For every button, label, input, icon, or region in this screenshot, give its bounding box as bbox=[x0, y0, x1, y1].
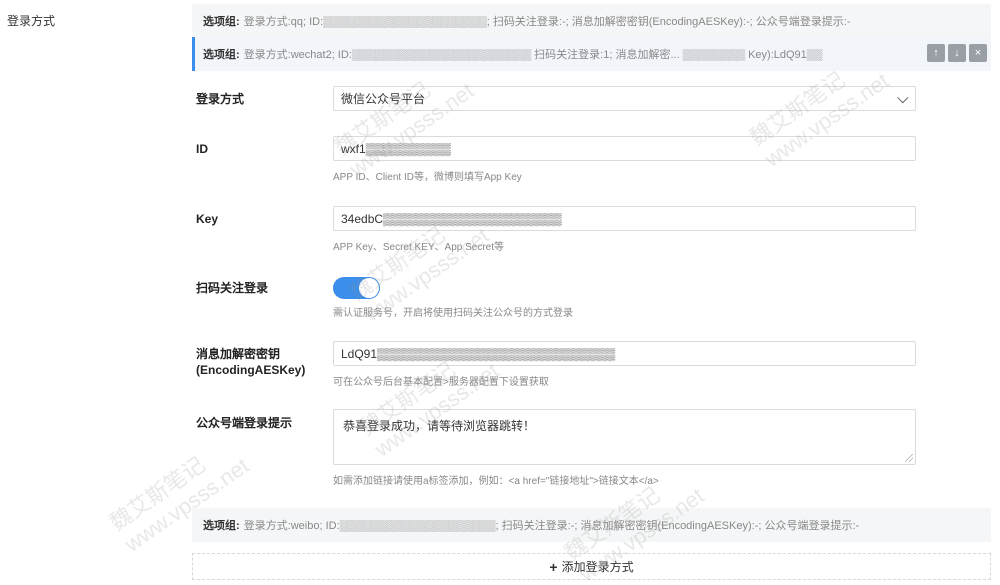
resize-grip-icon[interactable] bbox=[905, 454, 913, 462]
group-prefix: 选项组: bbox=[203, 49, 240, 61]
toggle-knob bbox=[359, 278, 379, 298]
chevron-down-icon bbox=[897, 92, 909, 104]
group-summary: 登录方式:qq; ID:▒▒▒▒▒▒▒▒▒▒▒▒▒▒▒▒▒▒▒▒▒; 扫码关注登… bbox=[243, 16, 851, 28]
group-summary: 登录方式:wechat2; ID:▒▒▒▒▒▒▒▒▒▒▒▒▒▒▒▒▒▒▒▒▒▒▒… bbox=[243, 49, 823, 61]
option-group-wechat2[interactable]: 选项组: 登录方式:wechat2; ID:▒▒▒▒▒▒▒▒▒▒▒▒▒▒▒▒▒▒… bbox=[192, 37, 991, 71]
scan-follow-label: 扫码关注登录 bbox=[196, 281, 269, 295]
group-summary: 登录方式:weibo; ID:▒▒▒▒▒▒▒▒▒▒▒▒▒▒▒▒▒▒▒▒; 扫码关… bbox=[243, 520, 860, 532]
aes-key-label-line1: 消息加解密密钥 bbox=[196, 347, 281, 361]
add-login-method-button[interactable]: + 添加登录方式 bbox=[192, 553, 991, 580]
key-help: APP Key、Secret KEY、App Secret等 bbox=[333, 242, 505, 253]
scan-follow-toggle[interactable] bbox=[333, 277, 380, 299]
remove-button[interactable]: × bbox=[969, 44, 987, 62]
key-input[interactable]: 34edbC▒▒▒▒▒▒▒▒▒▒▒▒▒▒▒▒▒▒▒▒▒ bbox=[333, 206, 916, 231]
login-method-select[interactable]: 微信公众号平台 bbox=[333, 86, 916, 111]
aes-key-input[interactable]: LdQ91▒▒▒▒▒▒▒▒▒▒▒▒▒▒▒▒▒▒▒▒▒▒▒▒▒▒▒▒ bbox=[333, 341, 916, 366]
plus-icon: + bbox=[549, 558, 558, 575]
aes-key-label-line2: (EncodingAESKey) bbox=[196, 363, 306, 377]
aes-key-label: 消息加解密密钥 (EncodingAESKey) bbox=[196, 346, 305, 378]
login-tip-textarea[interactable]: 恭喜登录成功，请等待浏览器跳转！ bbox=[333, 409, 916, 465]
option-group-weibo[interactable]: 选项组: 登录方式:weibo; ID:▒▒▒▒▒▒▒▒▒▒▒▒▒▒▒▒▒▒▒▒… bbox=[192, 508, 991, 542]
id-input[interactable]: wxf1▒▒▒▒▒▒▒▒▒▒ bbox=[333, 136, 916, 161]
move-up-button[interactable]: ↑ bbox=[927, 44, 945, 62]
id-value: wxf1▒▒▒▒▒▒▒▒▒▒ bbox=[341, 141, 451, 156]
add-login-method-label: 添加登录方式 bbox=[561, 560, 634, 574]
login-tip-help: 如需添加链接请使用a标签添加，例如：<a href="链接地址">链接文本</a… bbox=[333, 476, 659, 487]
watermark: 魏艾斯笔记 www.vpsss.net bbox=[330, 76, 479, 182]
move-down-button[interactable]: ↓ bbox=[948, 44, 966, 62]
login-tip-label: 公众号端登录提示 bbox=[196, 416, 293, 430]
login-method-value: 微信公众号平台 bbox=[341, 92, 426, 106]
scan-follow-help: 需认证服务号，开启将使用扫码关注公众号的方式登录 bbox=[333, 308, 573, 319]
section-title: 登录方式 bbox=[7, 14, 56, 28]
key-label: Key bbox=[196, 212, 219, 226]
id-help: APP ID、Client ID等，微博则填写App Key bbox=[333, 172, 522, 183]
group-tools: ↑ ↓ × bbox=[927, 44, 987, 62]
option-group-qq[interactable]: 选项组: 登录方式:qq; ID:▒▒▒▒▒▒▒▒▒▒▒▒▒▒▒▒▒▒▒▒▒; … bbox=[192, 4, 991, 38]
aes-key-value: LdQ91▒▒▒▒▒▒▒▒▒▒▒▒▒▒▒▒▒▒▒▒▒▒▒▒▒▒▒▒ bbox=[341, 346, 616, 361]
key-value: 34edbC▒▒▒▒▒▒▒▒▒▒▒▒▒▒▒▒▒▒▒▒▒ bbox=[341, 211, 562, 226]
login-method-label: 登录方式 bbox=[196, 92, 245, 106]
login-tip-value: 恭喜登录成功，请等待浏览器跳转！ bbox=[343, 419, 536, 433]
group-prefix: 选项组: bbox=[203, 520, 240, 532]
group-prefix: 选项组: bbox=[203, 16, 240, 28]
id-label: ID bbox=[196, 142, 208, 156]
aes-key-help: 可在公众号后台基本配置>服务器配置下设置获取 bbox=[333, 377, 549, 388]
